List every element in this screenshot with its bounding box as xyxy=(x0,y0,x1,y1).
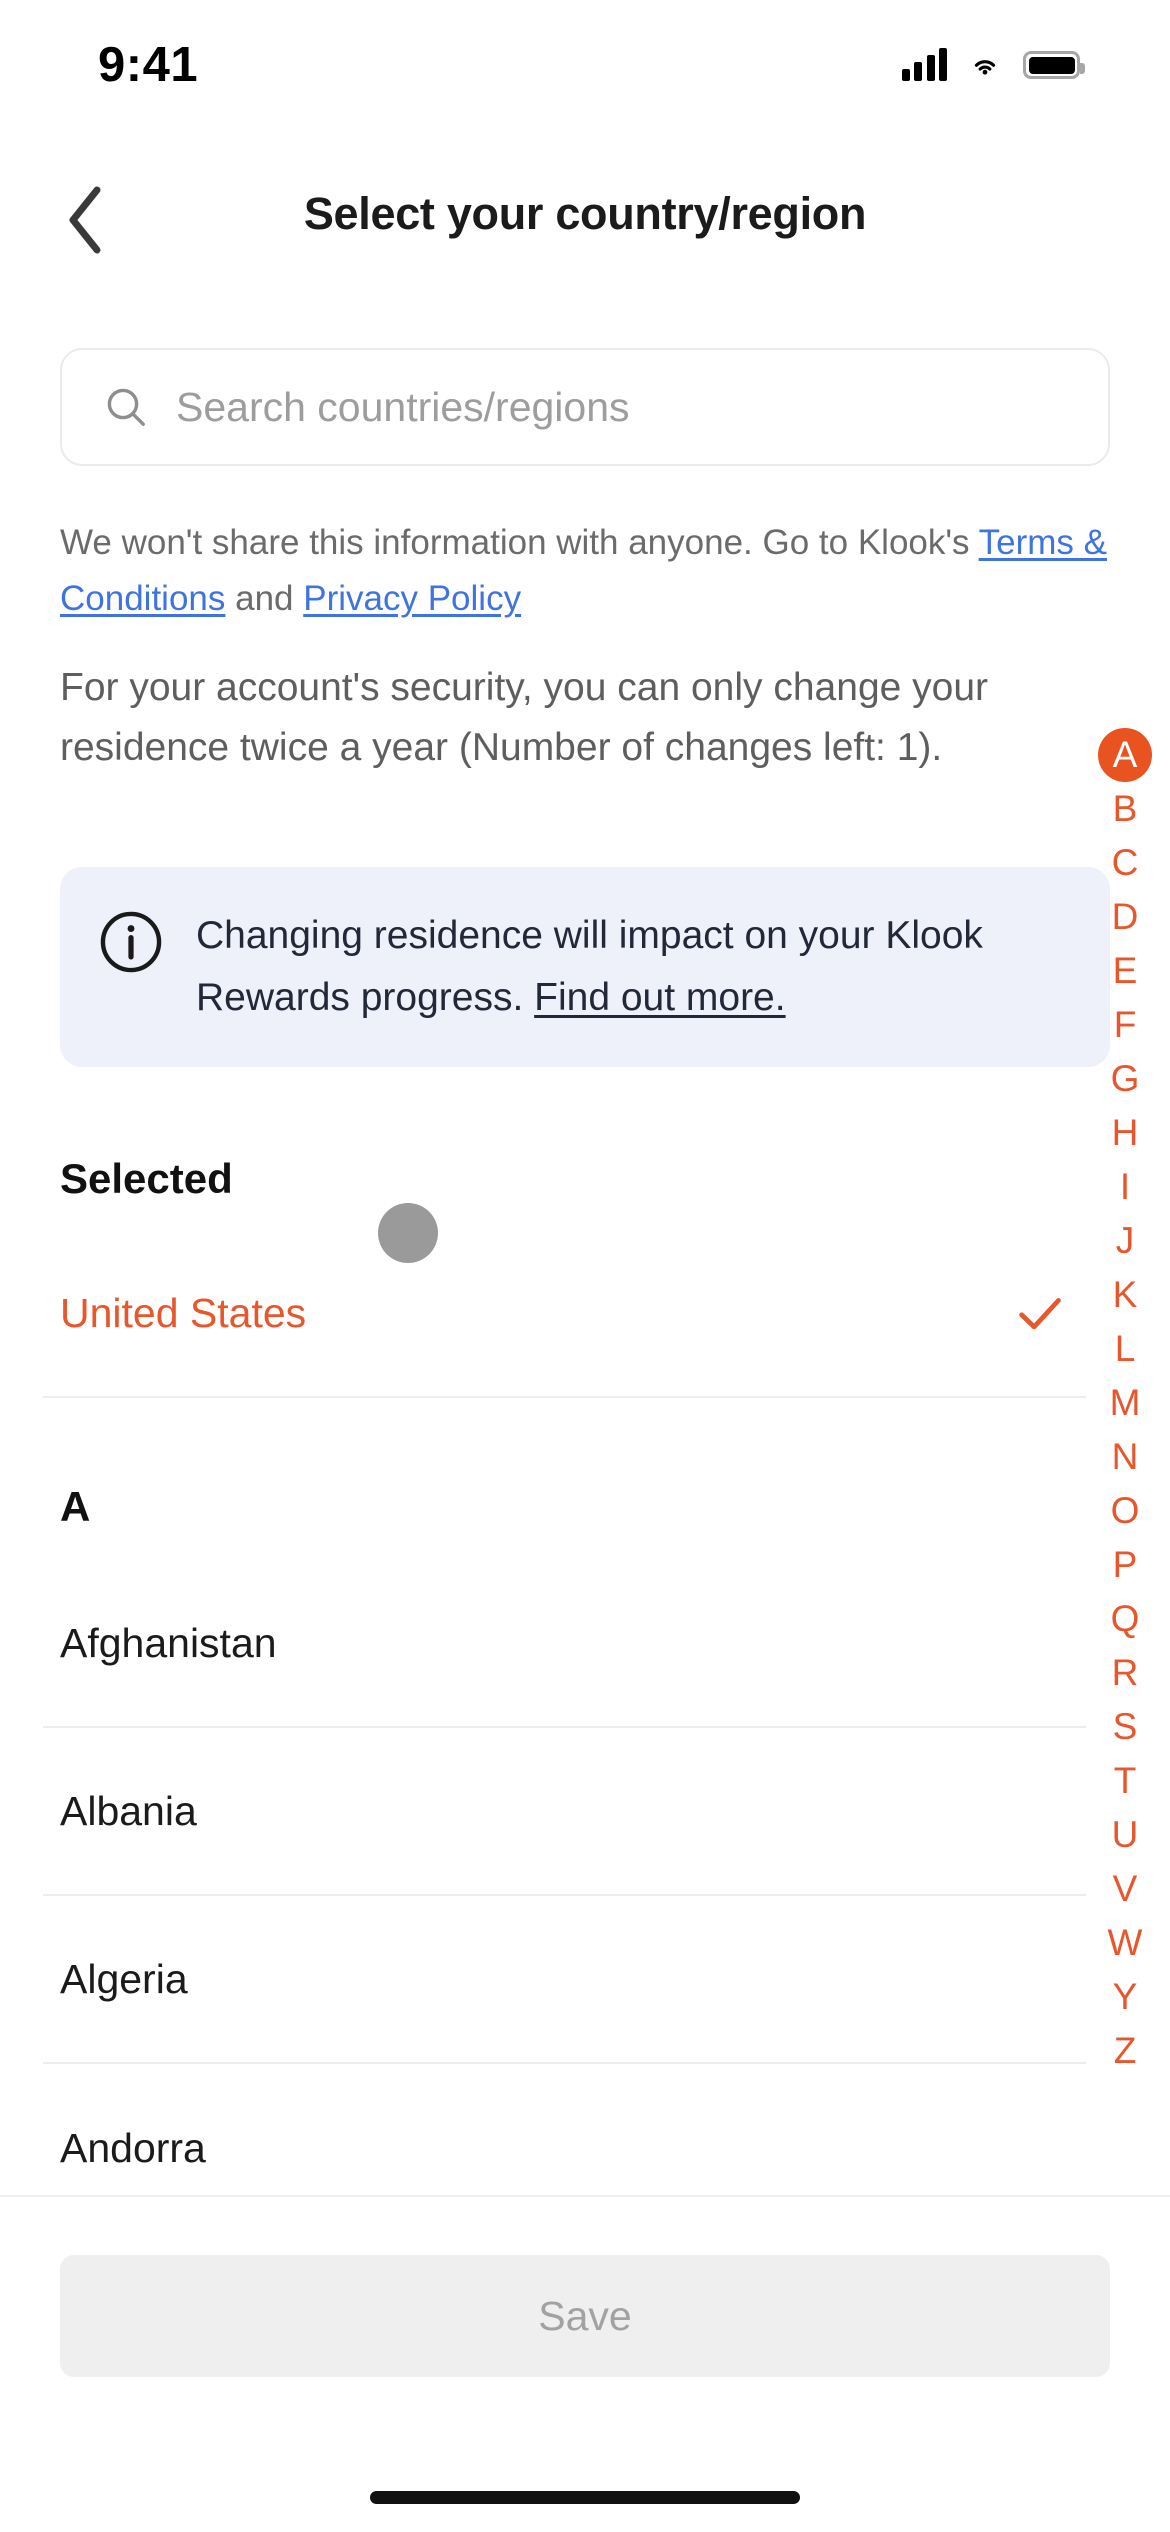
alpha-index-letter-k[interactable]: K xyxy=(1094,1268,1156,1322)
alpha-index-letter-o[interactable]: O xyxy=(1094,1484,1156,1538)
alpha-index-letter-f[interactable]: F xyxy=(1094,998,1156,1052)
country-label: Algeria xyxy=(60,1955,188,2002)
alpha-index-letter-u[interactable]: U xyxy=(1094,1808,1156,1862)
alphabet-index-scrubber[interactable]: ABCDEFGHIJKLMNOPQRSTUVWYZ xyxy=(1094,728,1156,2078)
alpha-index-letter-z[interactable]: Z xyxy=(1094,2024,1156,2078)
disclaimer-text: We won't share this information with any… xyxy=(60,523,979,562)
alpha-index-letter-q[interactable]: Q xyxy=(1094,1592,1156,1646)
selected-section-header: Selected xyxy=(60,1155,233,1202)
search-icon xyxy=(107,388,145,426)
selected-country-row[interactable]: United States xyxy=(43,1230,1086,1398)
alpha-index-letter-b[interactable]: B xyxy=(1094,782,1156,836)
cellular-signal-icon xyxy=(901,48,947,81)
alpha-index-letter-g[interactable]: G xyxy=(1094,1052,1156,1106)
alpha-index-letter-v[interactable]: V xyxy=(1094,1862,1156,1916)
country-label: Andorra xyxy=(60,2124,206,2171)
alpha-index-letter-a[interactable]: A xyxy=(1098,728,1152,782)
alpha-index-letter-h[interactable]: H xyxy=(1094,1106,1156,1160)
alpha-index-letter-j[interactable]: J xyxy=(1094,1214,1156,1268)
navigation-bar: Select your country/region xyxy=(0,160,1170,280)
alpha-index-letter-n[interactable]: N xyxy=(1094,1430,1156,1484)
status-bar: 9:41 xyxy=(0,0,1170,120)
country-label: Afghanistan xyxy=(60,1619,277,1666)
wifi-icon xyxy=(974,60,996,75)
rewards-info-banner: Changing residence will impact on your K… xyxy=(60,867,1110,1067)
alpha-index-letter-s[interactable]: S xyxy=(1094,1700,1156,1754)
save-button[interactable]: Save xyxy=(60,2255,1110,2377)
country-label: Albania xyxy=(60,1787,197,1834)
security-note: For your account's security, you can onl… xyxy=(60,666,989,769)
search-input[interactable] xyxy=(176,383,1068,431)
alpha-index-letter-m[interactable]: M xyxy=(1094,1376,1156,1430)
privacy-disclaimer: We won't share this information with any… xyxy=(60,515,1120,627)
alpha-index-letter-w[interactable]: W xyxy=(1094,1916,1156,1970)
status-bar-indicators xyxy=(901,48,1085,81)
country-row-algeria[interactable]: Algeria xyxy=(43,1896,1086,2064)
alpha-index-letter-c[interactable]: C xyxy=(1094,836,1156,890)
alpha-index-letter-p[interactable]: P xyxy=(1094,1538,1156,1592)
find-out-more-link[interactable]: Find out more. xyxy=(534,976,785,1019)
search-field[interactable] xyxy=(60,348,1110,466)
alpha-index-letter-d[interactable]: D xyxy=(1094,890,1156,944)
alpha-index-letter-l[interactable]: L xyxy=(1094,1322,1156,1376)
alpha-index-letter-y[interactable]: Y xyxy=(1094,1970,1156,2024)
alpha-index-letter-e[interactable]: E xyxy=(1094,944,1156,998)
country-row-albania[interactable]: Albania xyxy=(43,1728,1086,1896)
alpha-index-letter-i[interactable]: I xyxy=(1094,1160,1156,1214)
privacy-policy-link[interactable]: Privacy Policy xyxy=(303,579,521,618)
page-title: Select your country/region xyxy=(303,188,867,239)
home-indicator xyxy=(370,2491,800,2504)
rewards-info-text: Changing residence will impact on your K… xyxy=(196,905,1076,1029)
battery-full-icon xyxy=(1023,51,1085,79)
country-row-afghanistan[interactable]: Afghanistan xyxy=(43,1560,1086,1728)
alpha-index-letter-r[interactable]: R xyxy=(1094,1646,1156,1700)
info-circle-icon xyxy=(100,911,162,973)
section-header-a: A xyxy=(60,1483,91,1530)
status-bar-time: 9:41 xyxy=(98,38,199,92)
checkmark-icon xyxy=(1019,1298,1061,1330)
disclaimer-conjunction: and xyxy=(225,579,304,618)
selected-country-label: United States xyxy=(60,1289,307,1336)
alpha-index-letter-t[interactable]: T xyxy=(1094,1754,1156,1808)
